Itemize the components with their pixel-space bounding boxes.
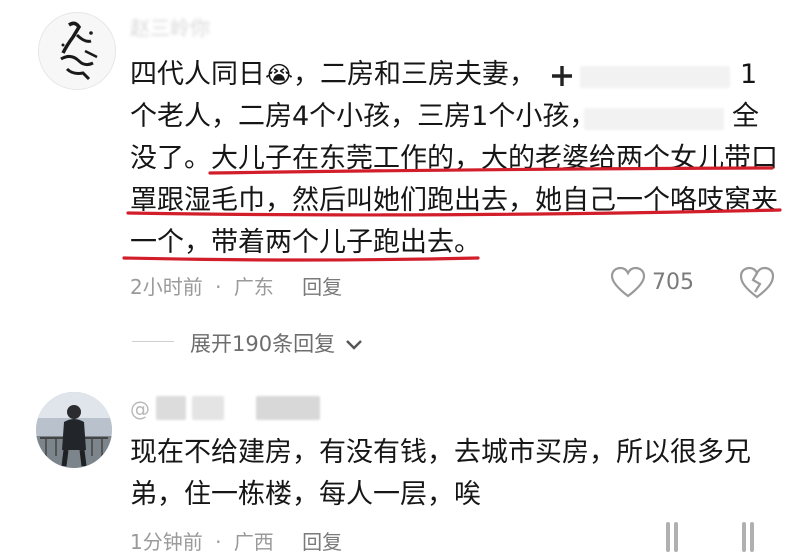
comment2-location: 广西	[233, 530, 274, 554]
redacted-username-block	[192, 396, 224, 420]
like-count: 705	[652, 270, 694, 295]
redacted-username-block	[256, 396, 320, 420]
chevron-down-icon	[345, 340, 362, 350]
comment2-meta: 1分钟前 · 广西 回复	[130, 530, 343, 554]
dislike-icon[interactable]	[740, 522, 760, 552]
comment1-time: 2小时前	[130, 275, 203, 299]
expand-replies-label: 展开190条回复	[190, 332, 336, 356]
comment2-username-prefix: @	[130, 397, 150, 421]
comment2-text-line2: 弟，住一栋楼，每人一层，唉	[130, 479, 481, 510]
comment1-location: 广东	[233, 275, 274, 299]
broken-heart-icon[interactable]	[740, 266, 774, 300]
commenter-avatar[interactable]	[36, 392, 112, 468]
comment2-text-line1: 现在不给建房，有没有钱，去城市买房，所以很多兄	[130, 437, 751, 468]
like-icon[interactable]	[664, 522, 684, 552]
comment1-meta: 2小时前 · 广东 回复	[130, 275, 343, 299]
redacted-username-block	[156, 396, 186, 420]
expand-replies-button[interactable]: 展开190条回复	[190, 328, 364, 358]
divider-line	[132, 341, 174, 342]
comment2-username[interactable]: @	[130, 397, 150, 421]
comment2-reply-button[interactable]: 回复	[302, 530, 342, 554]
comment2-time: 1分钟前	[130, 530, 203, 554]
person-photo-avatar	[36, 392, 112, 468]
heart-icon[interactable]	[610, 266, 646, 300]
comment1-reply-button[interactable]: 回复	[302, 275, 342, 299]
